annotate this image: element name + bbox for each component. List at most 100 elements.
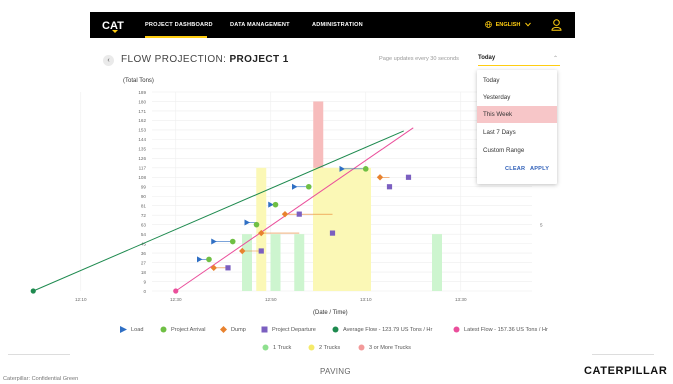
option-yesterday[interactable]: Yesterday: [477, 89, 557, 106]
option-last-7-days[interactable]: Last 7 Days: [477, 124, 557, 141]
y-tick-label: 0: [143, 289, 146, 294]
circle-icon: [453, 326, 460, 333]
legend-label: 1 Truck: [273, 344, 292, 351]
y-tick-label: 144: [138, 137, 146, 142]
circle-icon: [358, 344, 365, 351]
legend-item-dump[interactable]: Dump: [220, 326, 246, 333]
departure-point: [386, 184, 393, 190]
legend-label: Latest Flow - 157.36 US Tons / Hr: [464, 326, 548, 333]
legend-label: Project Departure: [272, 326, 316, 333]
right-tick-label: 5: [540, 222, 543, 227]
bar: [313, 101, 324, 291]
y-tick-label: 171: [138, 109, 146, 114]
circle-icon: [160, 326, 167, 333]
chevron-down-icon: [525, 22, 531, 27]
x-tick-label: 13:10: [360, 297, 372, 302]
dump-point: [210, 264, 217, 272]
legend-item-project-departure[interactable]: Project Departure: [261, 326, 316, 333]
y-tick-label: 72: [141, 213, 147, 218]
load-point: [268, 201, 274, 208]
option-custom-range[interactable]: Custom Range: [477, 142, 557, 159]
y-tick-label: 81: [141, 204, 147, 209]
load-point: [244, 219, 250, 226]
legend-item-project-arrival[interactable]: Project Arrival: [160, 326, 206, 333]
globe-icon: [485, 21, 492, 28]
x-tick-label: 12:10: [75, 297, 87, 302]
y-tick-label: 63: [141, 222, 147, 227]
option-today[interactable]: Today: [477, 72, 557, 89]
language-label: ENGLISH: [495, 22, 521, 28]
x-tick-label: 12:50: [265, 297, 277, 302]
chevron-up-icon: ⌃: [552, 56, 558, 62]
title-prefix: FLOW PROJECTION:: [121, 54, 230, 65]
nav-data-management[interactable]: DATA MANAGEMENT: [230, 12, 290, 38]
date-range-select[interactable]: Today ⌃: [478, 52, 560, 66]
option-this-week[interactable]: This Week: [477, 106, 557, 123]
cat-logo: CAT: [102, 20, 124, 33]
bar: [294, 234, 305, 291]
language-selector[interactable]: ENGLISH: [485, 12, 531, 38]
legend-label: Average Flow - 123.79 US Tons / Hr: [343, 326, 433, 333]
arrival-point: [229, 238, 236, 245]
departure-point: [296, 211, 302, 217]
legend-item-average-flow[interactable]: Average Flow - 123.79 US Tons / Hr: [332, 326, 432, 333]
y-tick-label: 153: [138, 128, 146, 133]
y-tick-label: 108: [138, 175, 146, 180]
legend-item-load[interactable]: Load: [120, 326, 143, 333]
bar: [313, 167, 371, 291]
section-label: PAVING: [320, 367, 351, 376]
y-tick-label: 36: [141, 251, 147, 256]
y-tick-label: 90: [141, 194, 147, 199]
diamond-icon: [220, 326, 227, 333]
update-note: Page updates every 30 seconds: [379, 56, 459, 62]
y-tick-label: 180: [138, 99, 146, 104]
dump-point: [281, 210, 289, 218]
nav-project-dashboard[interactable]: PROJECT DASHBOARD: [145, 12, 213, 38]
y-tick-label: 117: [139, 166, 147, 171]
legend-item-1-truck[interactable]: 1 Truck: [262, 344, 291, 351]
back-button[interactable]: ‹: [103, 55, 114, 66]
x-tick-label: 12:30: [170, 297, 182, 302]
legend-item-3-or-more-trucks[interactable]: 3 or More Trucks: [358, 344, 411, 351]
y-axis-title: (Total Tons): [123, 78, 154, 84]
y-tick-label: 27: [141, 260, 147, 265]
apply-button[interactable]: APPLY: [530, 166, 549, 172]
circle-icon: [332, 326, 339, 333]
nav-administration[interactable]: ADMINISTRATION: [312, 12, 363, 38]
date-range-dropdown: Today Yesterday This Week Last 7 Days Cu…: [477, 70, 557, 184]
legend-label: Dump: [231, 326, 246, 333]
confidentiality-label: Caterpillar: Confidential Green: [3, 376, 79, 382]
bar: [256, 167, 267, 291]
title-project: PROJECT 1: [229, 54, 289, 65]
y-tick-label: 126: [138, 156, 146, 161]
legend-item-2-trucks[interactable]: 2 Trucks: [308, 344, 340, 351]
y-tick-label: 162: [138, 118, 146, 123]
average-flow-point: [30, 288, 36, 294]
load-point: [197, 256, 203, 263]
latest-flow-line: [175, 127, 414, 292]
arrival-point: [272, 201, 279, 208]
y-tick-label: 9: [143, 279, 146, 284]
triangle-icon: [120, 326, 127, 333]
chart-legend: Load Project Arrival Dump Project Depart…: [120, 326, 565, 336]
arrival-point: [362, 166, 369, 172]
square-icon: [261, 326, 268, 333]
departure-point: [258, 248, 264, 254]
arrival-point: [206, 256, 212, 263]
x-axis-title: (Date / Time): [313, 310, 348, 316]
y-tick-label: 189: [138, 90, 146, 95]
bar: [270, 234, 281, 291]
date-range-value: Today: [478, 55, 496, 61]
user-icon[interactable]: [551, 19, 562, 31]
arrival-point: [253, 221, 260, 228]
legend-label: 2 Trucks: [319, 344, 341, 351]
circle-icon: [308, 344, 315, 351]
y-tick-label: 18: [141, 270, 147, 275]
y-tick-label: 54: [141, 232, 147, 237]
footer-divider-left: [8, 354, 70, 355]
caterpillar-logo: CATERPILLAR: [584, 365, 668, 377]
bar-legend: 1 Truck 2 Trucks 3 or More Trucks: [262, 344, 432, 354]
legend-item-latest-flow[interactable]: Latest Flow - 157.36 US Tons / Hr: [453, 326, 548, 333]
load-point: [292, 183, 298, 190]
clear-button[interactable]: CLEAR: [505, 166, 525, 172]
